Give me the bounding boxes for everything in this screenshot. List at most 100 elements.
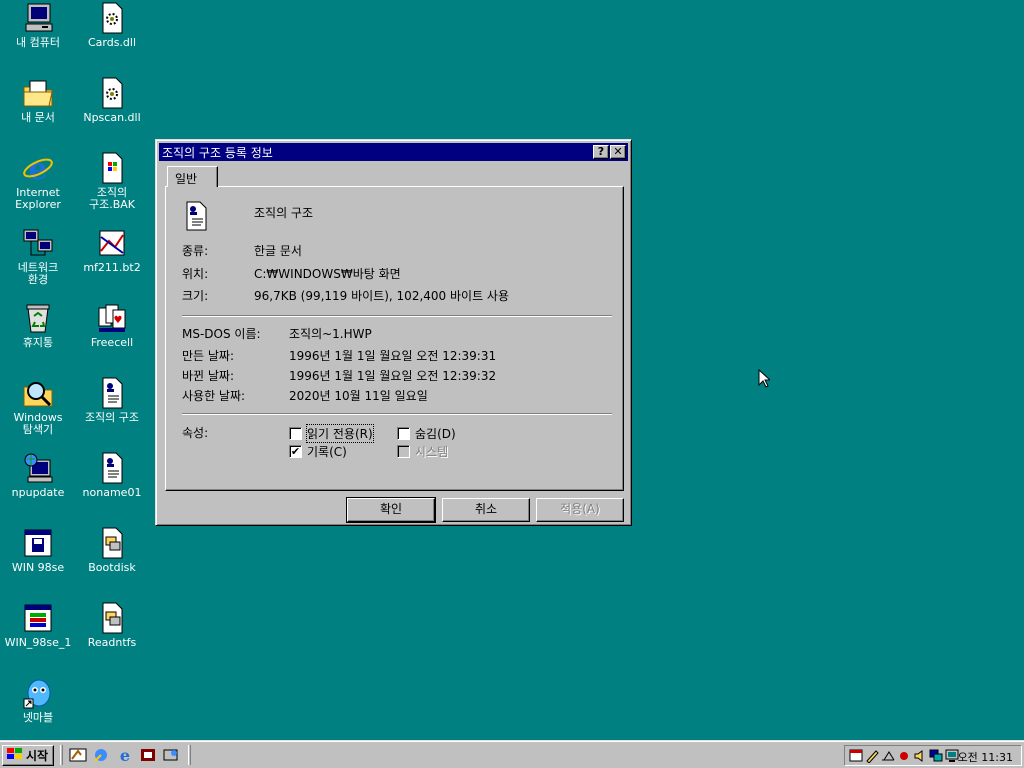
- system-tray: 오전 11:31: [844, 745, 1022, 766]
- show-desktop-icon[interactable]: [69, 747, 87, 763]
- attributes-label: 속성:: [182, 426, 209, 440]
- desktop-icon-label: 조직의 구조: [84, 411, 140, 424]
- desktop-icon-bootdisk[interactable]: Bootdisk: [74, 527, 150, 597]
- desktop-icon-network[interactable]: 네트워크 환경: [0, 227, 76, 297]
- ok-button[interactable]: 확인: [346, 497, 436, 523]
- channel-icon[interactable]: [139, 747, 157, 763]
- archive-checkbox[interactable]: ✔: [289, 445, 302, 458]
- file-name: 조직의 구조: [254, 206, 314, 220]
- pen-icon[interactable]: [865, 748, 879, 766]
- modified-label: 바뀐 날짜:: [182, 369, 235, 383]
- freecell-icon: ♥: [96, 302, 128, 334]
- desktop-icon-readntfs[interactable]: Readntfs: [74, 602, 150, 672]
- modified-value: 1996년 1월 1일 월요일 오전 12:39:32: [289, 369, 497, 383]
- desktop-icon-cards-dll[interactable]: Cards.dll: [74, 2, 150, 72]
- apply-button: 적용(A): [536, 498, 624, 522]
- taskbar: 시작 e 오전 11:31: [0, 740, 1024, 768]
- mouse-pointer-icon: [758, 368, 772, 389]
- view-channels-icon[interactable]: [162, 747, 180, 763]
- desktop-icon-windows-explorer[interactable]: Windows 탐색기: [0, 377, 76, 447]
- svg-text:♥: ♥: [114, 315, 123, 326]
- desktop-icon-label: Freecell: [90, 336, 134, 349]
- desktop-icon-recycle-bin[interactable]: 휴지통: [0, 302, 76, 372]
- system-label: 시스템: [415, 445, 449, 459]
- created-value: 1996년 1월 1일 월요일 오전 12:39:31: [289, 349, 497, 363]
- msdos-name-label: MS-DOS 이름:: [182, 327, 261, 341]
- desktop-icon-label: npupdate: [11, 486, 65, 499]
- desktop-icon-label: 넷마블: [22, 711, 54, 724]
- archive-label[interactable]: 기록(C): [307, 443, 347, 460]
- network-icon[interactable]: [929, 748, 943, 766]
- bak-file-icon: [96, 152, 128, 184]
- desktop-icon-internet-explorer[interactable]: e Internet Explorer: [0, 152, 76, 222]
- internet-explorer-icon: e: [22, 152, 54, 187]
- desktop-icon-label: Npscan.dll: [83, 111, 141, 124]
- floppy-window-icon: [22, 527, 54, 559]
- accessed-label: 사용한 날짜:: [182, 389, 246, 403]
- desktop-icon-label: Readntfs: [87, 636, 137, 649]
- desktop-icon-label: noname01: [82, 486, 142, 499]
- antivirus-icon[interactable]: [897, 748, 911, 766]
- location-value: C:₩WINDOWS₩바탕 화면: [254, 267, 401, 281]
- volume-icon[interactable]: [913, 748, 927, 766]
- desktop-icon-netmarble[interactable]: 넷마블: [0, 677, 76, 747]
- type-label: 종류:: [182, 244, 209, 258]
- location-label: 위치:: [182, 267, 209, 281]
- toolbar-grip[interactable]: [60, 745, 63, 765]
- desktop-icon-bak-file[interactable]: 조직의 구조.BAK: [74, 152, 150, 222]
- desktop-icon-label: 내 문서: [21, 111, 55, 124]
- accessed-value: 2020년 10월 11일 일요일: [289, 389, 428, 403]
- readonly-checkbox[interactable]: [289, 427, 302, 440]
- hidden-checkbox[interactable]: [397, 427, 410, 440]
- desktop-icon-noname01[interactable]: noname01: [74, 452, 150, 522]
- network-neighborhood-icon: [22, 227, 54, 259]
- hidden-label[interactable]: 숨김(D): [415, 425, 456, 442]
- hwp-document-icon: [96, 377, 128, 409]
- desktop-icon-label: WIN_98se_1: [4, 636, 72, 649]
- svg-text:e: e: [120, 747, 130, 763]
- desktop-icon-label: 조직의 구조.BAK: [88, 186, 136, 211]
- desktop-icon-label: 네트워크 환경: [17, 261, 59, 286]
- size-label: 크기:: [182, 289, 209, 303]
- recycle-bin-icon: [22, 302, 54, 334]
- netmarble-icon: [22, 677, 54, 709]
- desktop-icon-mf211[interactable]: mf211.bt2: [74, 227, 150, 297]
- toolbar-grip[interactable]: [188, 745, 191, 765]
- dll-file-icon: [96, 2, 128, 34]
- readntfs-icon: [96, 602, 128, 634]
- desktop-icon-freecell[interactable]: ♥ Freecell: [74, 302, 150, 372]
- title-bar[interactable]: 조직의 구조 등록 정보 ? ✕: [159, 143, 628, 161]
- my-documents-icon: [22, 77, 54, 109]
- desktop-icon-npscan-dll[interactable]: Npscan.dll: [74, 77, 150, 147]
- desktop-icon-label: 내 컴퓨터: [16, 36, 60, 49]
- scheduler-icon[interactable]: [849, 748, 863, 766]
- desktop-icon-win98se[interactable]: WIN 98se: [0, 527, 76, 597]
- desktop-icon-my-computer[interactable]: 내 컴퓨터: [0, 2, 76, 72]
- hwp-document-icon: [96, 452, 128, 484]
- start-button[interactable]: 시작: [2, 745, 54, 766]
- internet-explorer-icon[interactable]: e: [116, 746, 134, 765]
- desktop-icon-label: 휴지통: [22, 336, 54, 349]
- desktop-icon-npupdate[interactable]: npupdate: [0, 452, 76, 522]
- desktop-icon-my-documents[interactable]: 내 문서: [0, 77, 76, 147]
- bootdisk-icon: [96, 527, 128, 559]
- desktop-icon-label: Bootdisk: [88, 561, 136, 574]
- dll-file-icon: [96, 77, 128, 109]
- scanner-icon[interactable]: [881, 748, 895, 766]
- desktop-icon-hwp-doc[interactable]: 조직의 구조: [74, 377, 150, 447]
- bt2-file-icon: [96, 227, 128, 259]
- svg-text:e: e: [28, 152, 47, 184]
- readonly-label[interactable]: 읽기 전용(R): [306, 424, 374, 443]
- desktop-icon-label: Internet Explorer: [15, 186, 61, 211]
- cancel-button[interactable]: 취소: [442, 498, 530, 522]
- windows-explorer-icon: [22, 377, 54, 409]
- help-button[interactable]: ?: [593, 145, 609, 159]
- tab-general[interactable]: 일반: [167, 166, 218, 187]
- outlook-express-icon[interactable]: [93, 747, 111, 763]
- close-button[interactable]: ✕: [610, 145, 626, 159]
- windows-logo-icon: [6, 747, 24, 764]
- divider: [182, 315, 612, 317]
- properties-dialog: 조직의 구조 등록 정보 ? ✕ 일반 조직의 구조 종류: 한글 문서 위치:…: [155, 139, 632, 526]
- clock[interactable]: 오전 11:31: [958, 749, 1013, 765]
- desktop-icon-win98se-1[interactable]: WIN_98se_1: [0, 602, 76, 672]
